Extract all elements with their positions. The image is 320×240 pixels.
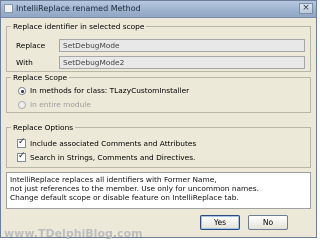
yes-button[interactable]: Yes <box>200 215 240 230</box>
include-comments-checkbox[interactable] <box>17 137 26 148</box>
replace-input[interactable]: SetDebugMode <box>59 39 305 52</box>
scope-class-radio[interactable] <box>18 87 26 95</box>
with-label: With <box>16 58 33 67</box>
include-comments-label[interactable]: Include associated Comments and Attribut… <box>30 139 196 148</box>
window-title: IntelliReplace renamed Method <box>16 4 141 13</box>
identifier-group: Replace identifier in selected scope Rep… <box>6 22 311 72</box>
scope-module-radio[interactable] <box>18 101 26 109</box>
replace-options-group: Replace Options Include associated Comme… <box>6 123 311 168</box>
no-button[interactable]: No <box>248 215 288 230</box>
replace-label: Replace <box>16 41 46 50</box>
replace-scope-legend: Replace Scope <box>11 73 70 82</box>
info-line: Change default scope or disable feature … <box>10 193 239 202</box>
replace-scope-group: Replace Scope In methods for class: TLaz… <box>6 73 311 113</box>
close-button[interactable]: × <box>299 3 313 14</box>
info-line: not just references to the member. Use o… <box>10 184 259 193</box>
scope-module-label[interactable]: In entire module <box>30 100 91 109</box>
watermark: www.TDelphiBlog.com <box>4 227 143 240</box>
title-bar[interactable]: IntelliReplace renamed Method × <box>1 1 316 18</box>
search-strings-checkbox[interactable] <box>17 151 26 162</box>
identifier-group-legend: Replace identifier in selected scope <box>11 22 147 31</box>
scope-class-label[interactable]: In methods for class: TLazyCustomInstall… <box>30 86 189 95</box>
search-strings-label[interactable]: Search in Strings, Comments and Directiv… <box>30 153 195 162</box>
info-line: IntelliReplace replaces all identifiers … <box>10 175 217 184</box>
info-message: IntelliReplace replaces all identifiers … <box>6 172 311 209</box>
replace-options-legend: Replace Options <box>11 123 76 132</box>
with-input[interactable]: SetDebugMode2 <box>59 56 305 69</box>
intellireplace-dialog: IntelliReplace renamed Method × Replace … <box>0 0 317 240</box>
close-icon: × <box>302 3 310 13</box>
window-icon <box>4 4 13 13</box>
